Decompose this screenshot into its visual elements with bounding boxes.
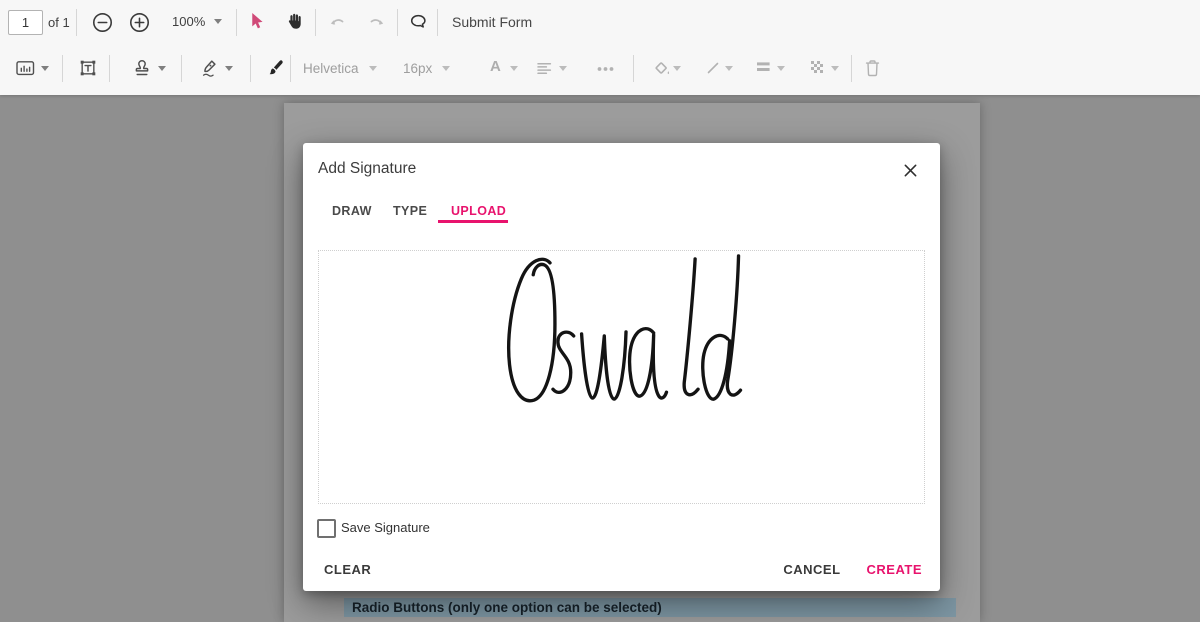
tab-upload[interactable]: UPLOAD xyxy=(451,204,506,218)
app-window: of 1 100% xyxy=(0,0,1200,622)
divider xyxy=(315,9,316,36)
fill-bucket-icon xyxy=(653,60,671,76)
zoom-out-button[interactable] xyxy=(92,12,113,33)
stroke-thickness-button[interactable] xyxy=(756,61,771,73)
opacity-button[interactable] xyxy=(811,61,824,74)
modal-title: Add Signature xyxy=(318,160,416,178)
chevron-down-icon[interactable] xyxy=(673,66,681,71)
fill-color-button[interactable] xyxy=(653,60,671,76)
image-field-button[interactable] xyxy=(16,60,35,76)
align-left-icon xyxy=(537,62,552,75)
active-tab-indicator xyxy=(438,220,508,223)
modal-actions: CANCEL CREATE xyxy=(783,562,922,577)
redo-button[interactable] xyxy=(368,15,384,28)
ellipsis-icon xyxy=(597,66,614,72)
comments-button[interactable] xyxy=(410,14,427,29)
comment-bubble-icon xyxy=(410,14,427,29)
image-icon xyxy=(16,60,35,76)
text-field-icon xyxy=(79,59,97,77)
zoom-in-icon xyxy=(129,12,150,33)
divider xyxy=(109,55,110,82)
font-size-dropdown[interactable]: 16px xyxy=(403,61,432,76)
divider xyxy=(437,9,438,36)
chevron-down-icon[interactable] xyxy=(510,66,518,71)
select-arrow-icon xyxy=(249,12,264,30)
text-style-letter-icon: A xyxy=(490,59,501,74)
hand-icon xyxy=(286,12,303,30)
stamp-icon xyxy=(133,59,151,76)
tab-type[interactable]: TYPE xyxy=(393,204,427,218)
submit-form-button[interactable]: Submit Form xyxy=(452,14,532,30)
save-signature-label: Save Signature xyxy=(341,520,430,535)
uploaded-signature-image xyxy=(502,253,752,406)
undo-button[interactable] xyxy=(330,15,346,28)
close-button[interactable] xyxy=(901,161,919,179)
stroke-line-icon xyxy=(706,61,720,75)
create-button[interactable]: CREATE xyxy=(867,562,922,577)
divider xyxy=(181,55,182,82)
divider xyxy=(397,9,398,36)
signature-preview-area[interactable] xyxy=(318,250,925,504)
trash-icon xyxy=(865,59,880,77)
divider xyxy=(62,55,63,82)
chevron-down-icon[interactable] xyxy=(158,66,166,71)
brush-icon xyxy=(266,59,284,77)
text-color-button[interactable]: A xyxy=(490,59,501,74)
select-tool-button[interactable] xyxy=(249,12,264,30)
signature-tool-button[interactable] xyxy=(200,59,219,77)
chevron-down-icon[interactable] xyxy=(831,66,839,71)
tab-draw[interactable]: DRAW xyxy=(332,204,372,218)
chevron-down-icon[interactable] xyxy=(559,66,567,71)
divider xyxy=(290,55,291,82)
chevron-down-icon xyxy=(214,19,222,24)
chevron-down-icon[interactable] xyxy=(725,66,733,71)
add-signature-modal: Add Signature DRAW TYPE UPLOAD xyxy=(303,143,940,591)
undo-icon xyxy=(330,15,346,28)
text-align-button[interactable] xyxy=(537,62,552,75)
font-family-dropdown[interactable]: Helvetica xyxy=(303,61,359,76)
cancel-button[interactable]: CANCEL xyxy=(783,562,840,577)
free-text-button[interactable] xyxy=(79,59,97,77)
stamp-tool-button[interactable] xyxy=(133,59,151,76)
font-family-value: Helvetica xyxy=(303,61,359,76)
divider xyxy=(76,9,77,36)
thickness-bars-icon xyxy=(756,61,771,73)
signature-pen-icon xyxy=(200,59,219,77)
stroke-color-button[interactable] xyxy=(706,61,720,75)
section-heading-text: Radio Buttons (only one option can be se… xyxy=(352,600,662,615)
clear-button[interactable]: CLEAR xyxy=(324,562,371,577)
opacity-checker-icon xyxy=(811,61,824,74)
chevron-down-icon[interactable] xyxy=(225,66,233,71)
chevron-down-icon[interactable] xyxy=(442,66,450,71)
divider xyxy=(236,9,237,36)
chevron-down-icon[interactable] xyxy=(41,66,49,71)
section-heading-highlight: Radio Buttons (only one option can be se… xyxy=(344,598,956,617)
chevron-down-icon[interactable] xyxy=(369,66,377,71)
overflow-menu-button[interactable] xyxy=(597,66,614,72)
zoom-level-value: 100% xyxy=(172,14,205,29)
toolbar-row-annotation: Helvetica 16px A xyxy=(0,45,1200,95)
zoom-in-button[interactable] xyxy=(129,12,150,33)
redo-icon xyxy=(368,15,384,28)
close-icon xyxy=(903,163,918,178)
page-count-label: of 1 xyxy=(48,15,70,30)
toolbar: of 1 100% xyxy=(0,0,1200,95)
save-signature-checkbox[interactable] xyxy=(317,519,336,538)
chevron-down-icon[interactable] xyxy=(777,66,785,71)
delete-button[interactable] xyxy=(865,59,880,77)
freehand-tool-button[interactable] xyxy=(266,59,284,77)
font-size-value: 16px xyxy=(403,61,432,76)
toolbar-row-navigation: of 1 100% xyxy=(0,0,1200,45)
zoom-level-dropdown[interactable]: 100% xyxy=(172,14,222,29)
divider xyxy=(633,55,634,82)
zoom-out-icon xyxy=(92,12,113,33)
divider xyxy=(851,55,852,82)
page-number-input[interactable] xyxy=(8,10,43,35)
divider xyxy=(250,55,251,82)
pan-tool-button[interactable] xyxy=(286,12,303,30)
